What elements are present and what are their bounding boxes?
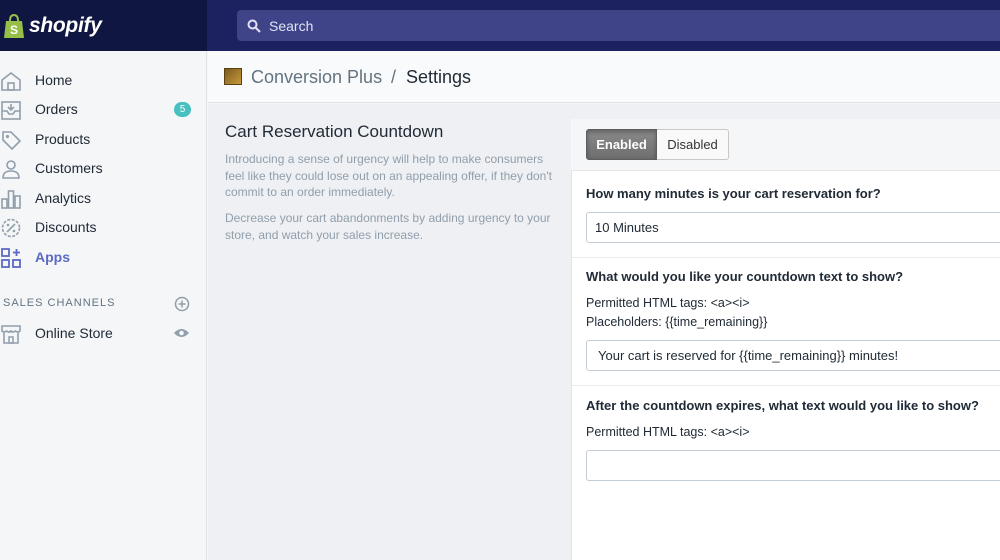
top-bar: S shopify Search: [0, 0, 1000, 51]
sales-channels-heading: SALES CHANNELS: [3, 297, 116, 309]
expired-text-field[interactable]: [586, 450, 1000, 481]
orders-count-badge: 5: [174, 102, 191, 117]
divider: [572, 385, 1000, 386]
brand-name: shopify: [29, 13, 102, 37]
person-icon: [2, 160, 20, 179]
sidebar-item-label: Products: [35, 131, 91, 147]
sidebar-item-customers[interactable]: Customers: [0, 154, 207, 183]
section-description: Introducing a sense of urgency will help…: [225, 152, 552, 199]
home-icon: [1, 71, 21, 91]
sidebar-item-label: Orders: [35, 101, 78, 117]
countdown-text-field[interactable]: [586, 340, 1000, 371]
countdown-text-question-label: What would you like your countdown text …: [586, 269, 904, 284]
section-description-2: Decrease your cart abandonments by addin…: [225, 211, 551, 242]
apps-icon: [1, 248, 21, 268]
sidebar-item-products[interactable]: Products: [0, 125, 207, 154]
orders-icon: [1, 101, 21, 120]
eye-icon[interactable]: [173, 327, 190, 339]
sidebar-item-label: Customers: [35, 160, 103, 176]
enabled-button[interactable]: Enabled: [586, 129, 657, 160]
sidebar-item-label: Apps: [35, 249, 70, 265]
section-title: Cart Reservation Countdown: [225, 122, 444, 141]
search-icon: [247, 19, 261, 33]
discount-icon: [1, 218, 21, 238]
app-logo-icon: [224, 68, 242, 85]
add-channel-icon[interactable]: [174, 296, 190, 312]
search-input[interactable]: Search: [269, 18, 313, 34]
sidebar-item-label: Analytics: [35, 190, 92, 206]
page-title: Settings: [406, 67, 472, 87]
breadcrumb-separator: /: [391, 67, 397, 87]
disabled-button[interactable]: Disabled: [657, 129, 729, 160]
permitted-tags-hint: Permitted HTML tags: <a><i>: [586, 296, 750, 310]
sidebar-item-label: Home: [35, 72, 73, 88]
shopify-logo[interactable]: S shopify: [0, 0, 207, 51]
shopify-bag-icon: S: [4, 13, 24, 38]
tag-icon: [2, 131, 22, 151]
sidebar-item-label: Discounts: [35, 219, 97, 235]
divider: [572, 257, 1000, 258]
placeholders-hint: Placeholders: {{time_remaining}}: [586, 315, 768, 329]
svg-text:S: S: [10, 23, 18, 37]
bar-chart-icon: [1, 190, 21, 209]
permitted-tags-hint: Permitted HTML tags: <a><i>: [586, 425, 750, 439]
sidebar-item-discounts[interactable]: Discounts: [0, 213, 207, 242]
sidebar-item-label: Online Store: [35, 325, 113, 341]
sidebar-item-analytics[interactable]: Analytics: [0, 184, 207, 213]
minutes-field[interactable]: [586, 212, 1000, 243]
sidebar-item-orders[interactable]: Orders 5: [0, 95, 207, 124]
sidebar-item-home[interactable]: Home: [0, 66, 207, 95]
search-bar[interactable]: Search: [237, 10, 1000, 41]
sidebar: Home Orders 5 Products Customers Analyti…: [0, 51, 207, 560]
page-header: Conversion Plus / Settings: [208, 51, 1000, 103]
breadcrumb-app-link[interactable]: Conversion Plus: [251, 67, 382, 88]
expired-text-question-label: After the countdown expires, what text w…: [586, 398, 979, 413]
sidebar-item-apps[interactable]: Apps: [0, 243, 207, 272]
store-icon: [1, 325, 21, 344]
minutes-question-label: How many minutes is your cart reservatio…: [586, 186, 881, 201]
